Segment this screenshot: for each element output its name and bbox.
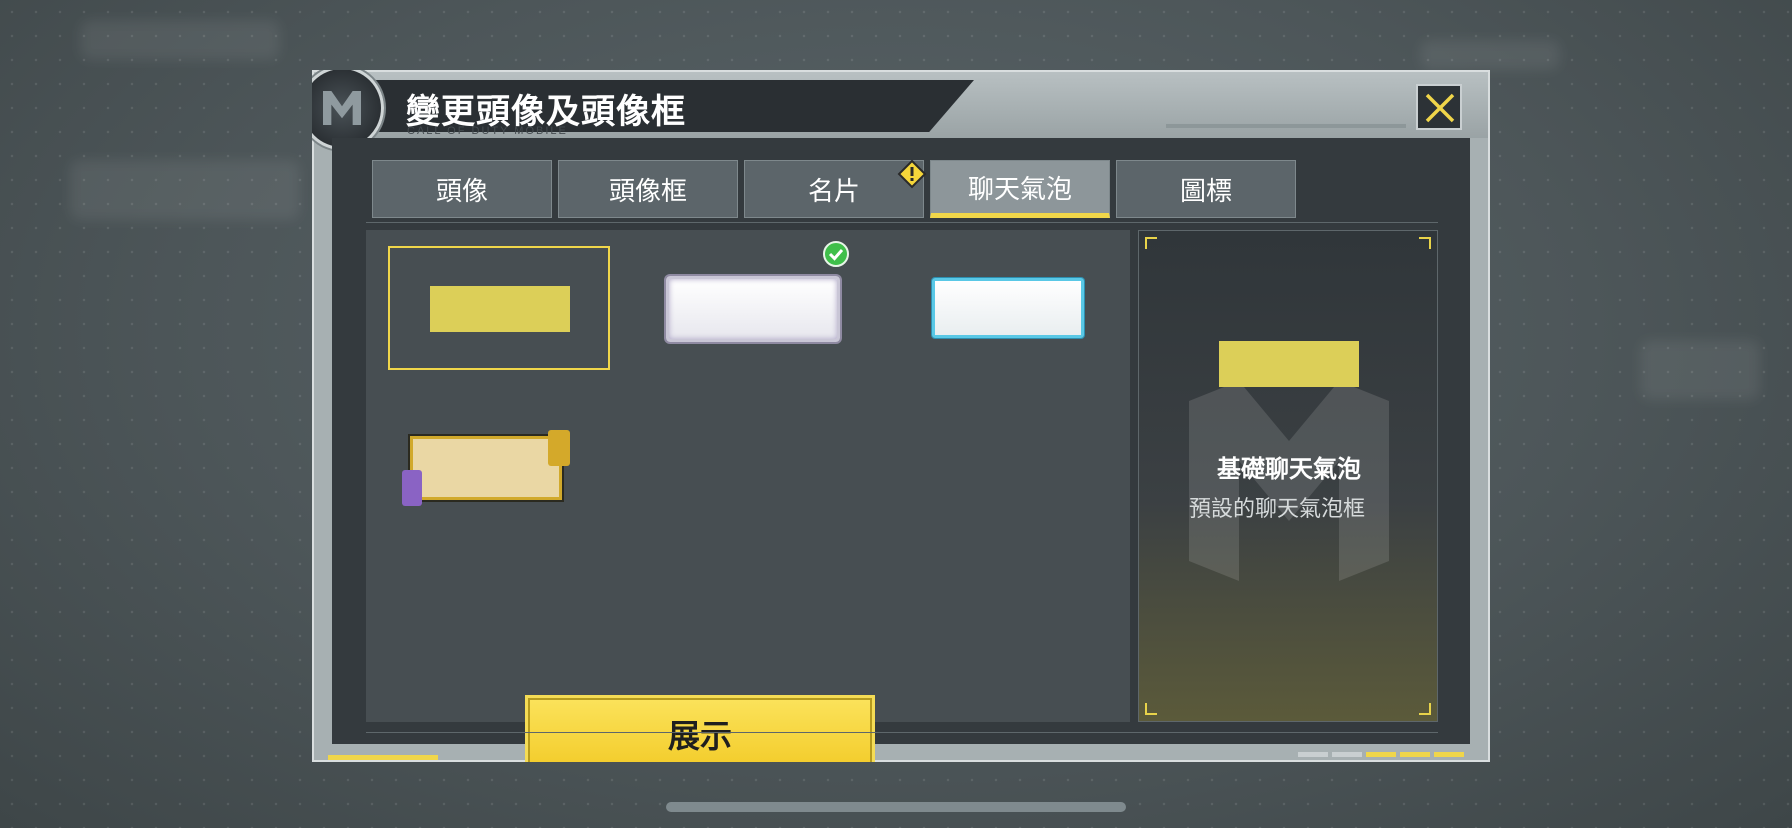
divider bbox=[366, 222, 1438, 223]
background-blur-block bbox=[1420, 40, 1560, 70]
corner-marker bbox=[1419, 703, 1431, 715]
tab-chat-bubble[interactable]: 聊天氣泡 bbox=[930, 160, 1110, 218]
page-indicator-segment bbox=[1366, 752, 1396, 757]
tab-label: 名片 bbox=[807, 176, 860, 207]
warning-icon bbox=[897, 159, 927, 189]
preview-panel: 基礎聊天氣泡 預設的聊天氣泡框 bbox=[1138, 230, 1438, 722]
content-panel: 頭像 頭像框 名片 聊天氣泡 圖標 展示 基礎聊天氣泡 預設的聊天氣泡框 bbox=[332, 138, 1470, 762]
gamepad-badge-icon bbox=[402, 470, 422, 506]
preview-item-name: 基礎聊天氣泡 bbox=[1217, 455, 1361, 483]
close-button[interactable] bbox=[1416, 84, 1462, 130]
bubble-item[interactable] bbox=[906, 246, 1128, 370]
bubble-item[interactable] bbox=[388, 246, 610, 370]
change-avatar-dialog: 變更頭像及頭像框 CALL OF DUTY MOBILE 頭像 頭像框 名片 聊… bbox=[312, 70, 1490, 762]
tab-label: 聊天氣泡 bbox=[967, 174, 1072, 205]
bubble-grid bbox=[366, 230, 1130, 722]
corner-marker bbox=[1145, 237, 1157, 249]
tab-label: 頭像 bbox=[435, 176, 488, 207]
close-icon bbox=[1425, 93, 1455, 123]
page-indicator bbox=[1298, 752, 1464, 757]
tab-label: 圖標 bbox=[1179, 176, 1232, 207]
page-indicator-segment bbox=[1298, 752, 1328, 757]
page-indicator-segment bbox=[1434, 752, 1464, 757]
page-indicator-segment bbox=[1332, 752, 1362, 757]
tab-avatar-frame[interactable]: 頭像框 bbox=[558, 160, 738, 218]
page-indicator-segment bbox=[1400, 752, 1430, 757]
background-blur-block bbox=[1640, 340, 1760, 400]
show-button[interactable]: 展示 bbox=[528, 698, 872, 762]
home-indicator[interactable] bbox=[666, 802, 1126, 812]
tab-label: 頭像框 bbox=[608, 176, 687, 207]
gold-chat-bubble-icon bbox=[410, 436, 562, 500]
header-decor-line bbox=[1166, 124, 1406, 128]
preview-item-description: 預設的聊天氣泡框 bbox=[1188, 497, 1365, 522]
corner-marker bbox=[1419, 237, 1431, 249]
tab-avatar[interactable]: 頭像 bbox=[372, 160, 552, 218]
background-blur-block bbox=[80, 20, 280, 60]
basic-chat-bubble-icon bbox=[430, 286, 570, 332]
background-blur-block bbox=[70, 160, 300, 220]
bubble-item[interactable] bbox=[388, 402, 610, 526]
silver-chat-bubble-icon bbox=[666, 276, 840, 342]
gamepad-badge-icon bbox=[548, 430, 570, 466]
tab-calling-card[interactable]: 名片 bbox=[744, 159, 927, 218]
bubble-item[interactable] bbox=[648, 241, 870, 370]
corner-marker bbox=[1145, 703, 1157, 715]
preview-bubble-icon bbox=[1219, 341, 1359, 387]
equipped-check-icon bbox=[823, 241, 849, 267]
bottom-accent-bar bbox=[328, 755, 438, 760]
tab-emblem[interactable]: 圖標 bbox=[1116, 160, 1296, 218]
divider bbox=[366, 732, 1438, 733]
dialog-subtitle: CALL OF DUTY MOBILE bbox=[407, 125, 568, 137]
cyan-chat-bubble-icon bbox=[932, 278, 1084, 338]
